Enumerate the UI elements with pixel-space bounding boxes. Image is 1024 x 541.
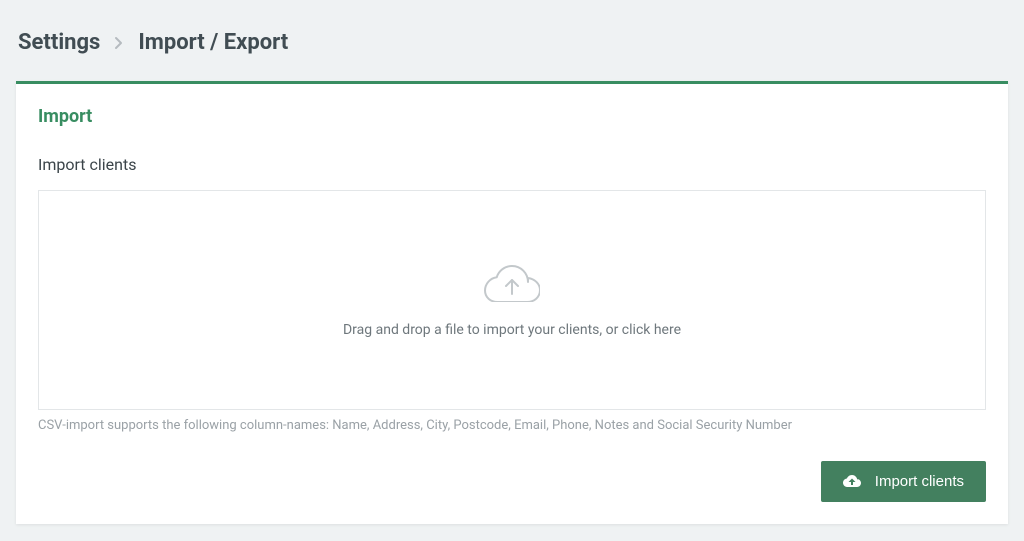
cloud-upload-icon [843,475,861,488]
import-card: Import Import clients Drag and drop a fi… [16,81,1008,524]
import-clients-button-label: Import clients [875,473,964,490]
breadcrumb-current: Import / Export [138,30,288,55]
file-dropzone[interactable]: Drag and drop a file to import your clie… [38,190,986,410]
csv-hint: CSV-import supports the following column… [38,418,986,433]
sub-title: Import clients [38,155,986,174]
dropzone-text: Drag and drop a file to import your clie… [343,322,681,338]
card-actions: Import clients [38,461,986,502]
breadcrumb: Settings Import / Export [16,30,1008,55]
import-clients-button[interactable]: Import clients [821,461,986,502]
section-title: Import [38,106,986,127]
cloud-upload-icon [484,262,540,306]
breadcrumb-root[interactable]: Settings [18,30,100,55]
settings-import-export-page: Settings Import / Export Import Import c… [0,0,1024,540]
chevron-right-icon [114,36,124,50]
